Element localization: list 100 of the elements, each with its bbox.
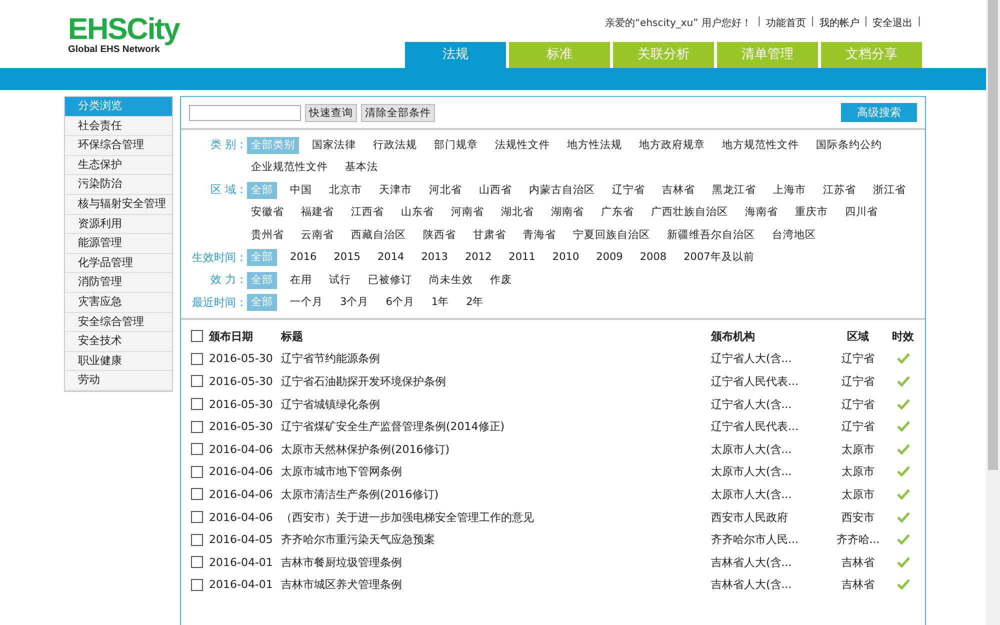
law-title-link[interactable]: 辽宁省煤矿安全生产监督管理条例(2014修正) <box>281 420 505 434</box>
filter-option[interactable]: 北京市 <box>325 182 366 199</box>
filter-option[interactable]: 山西省 <box>475 182 516 199</box>
filter-option[interactable]: 湖北省 <box>497 204 538 222</box>
filter-option[interactable]: 已被修订 <box>364 272 416 289</box>
select-all-checkbox[interactable] <box>191 330 203 342</box>
row-checkbox[interactable] <box>191 556 203 568</box>
filter-option[interactable]: 6个月 <box>382 294 418 312</box>
filter-option[interactable]: 2016 <box>286 249 321 266</box>
law-title-link[interactable]: 齐齐哈尔市重污染天气应急预案 <box>281 533 435 546</box>
filter-option[interactable]: 2008 <box>636 249 671 266</box>
filter-option[interactable]: 2012 <box>460 249 496 266</box>
filter-option[interactable]: 中国 <box>286 182 316 199</box>
sidebar-item[interactable]: 社会责任 <box>65 116 172 136</box>
law-title-link[interactable]: 辽宁省节约能源条例 <box>281 352 380 366</box>
row-checkbox[interactable] <box>191 352 203 365</box>
law-title-link[interactable]: 吉林市城区养犬管理条例 <box>281 578 402 592</box>
filter-option[interactable]: 作废 <box>486 272 516 289</box>
filter-option[interactable]: 台湾地区 <box>768 226 820 244</box>
filter-option[interactable]: 江苏省 <box>819 182 860 199</box>
filter-option[interactable]: 2015 <box>330 249 364 266</box>
filter-option[interactable]: 地方性法规 <box>563 136 626 154</box>
row-checkbox[interactable] <box>191 398 203 410</box>
row-checkbox[interactable] <box>191 578 203 591</box>
law-title-link[interactable]: 太原市天然林保护条例(2016修订) <box>281 442 450 456</box>
row-checkbox[interactable] <box>191 443 203 456</box>
filter-option[interactable]: 企业规范性文件 <box>247 159 332 176</box>
row-checkbox[interactable] <box>191 420 203 433</box>
row-checkbox[interactable] <box>191 375 203 388</box>
filter-option[interactable]: 3个月 <box>336 294 373 312</box>
filter-option[interactable]: 河北省 <box>425 182 466 199</box>
filter-option[interactable]: 甘肃省 <box>469 226 510 244</box>
filter-option[interactable]: 新疆维吾尔自治区 <box>663 226 759 244</box>
filter-option[interactable]: 江西省 <box>347 204 388 222</box>
filter-option[interactable]: 基本法 <box>341 159 382 176</box>
sidebar-item[interactable]: 劳动 <box>65 371 172 391</box>
filter-option[interactable]: 四川省 <box>841 204 882 222</box>
scrollbar[interactable] <box>986 0 1000 625</box>
filter-option[interactable]: 广西壮族自治区 <box>647 204 732 222</box>
filter-option[interactable]: 重庆市 <box>791 204 832 222</box>
filter-option[interactable]: 地方规范性文件 <box>718 136 803 154</box>
filter-option[interactable]: 国际条约公约 <box>812 136 886 154</box>
filter-option[interactable]: 国家法律 <box>308 136 360 154</box>
filter-option[interactable]: 行政法规 <box>369 136 421 154</box>
filter-option[interactable]: 2年 <box>462 294 488 312</box>
filter-option[interactable]: 2011 <box>504 249 540 266</box>
filter-option[interactable]: 湖南省 <box>547 204 588 222</box>
law-title-link[interactable]: 太原市城市地下管网条例 <box>281 465 402 478</box>
filter-option[interactable]: 地方政府规章 <box>635 136 709 154</box>
sidebar-item[interactable]: 安全技术 <box>65 332 172 352</box>
sidebar-item[interactable]: 消防管理 <box>65 273 172 293</box>
law-title-link[interactable]: 太原市清洁生产条例(2016修订) <box>281 488 439 501</box>
filter-option[interactable]: 福建省 <box>297 204 338 222</box>
filter-option[interactable]: 宁夏回族自治区 <box>569 226 654 244</box>
sidebar-item[interactable]: 职业健康 <box>65 352 172 372</box>
filter-option[interactable]: 2013 <box>417 249 452 266</box>
filter-option[interactable]: 上海市 <box>769 182 810 199</box>
filter-option[interactable]: 部门规章 <box>430 136 482 154</box>
filter-option[interactable]: 2009 <box>592 249 627 266</box>
filter-option[interactable]: 天津市 <box>375 182 416 199</box>
sidebar-item[interactable]: 环保综合管理 <box>65 136 172 156</box>
top-link[interactable]: 安全退出 <box>872 16 914 30</box>
filter-option[interactable]: 2010 <box>548 249 584 266</box>
filter-option[interactable]: 法规性文件 <box>491 136 554 154</box>
top-link[interactable]: 功能首页 <box>764 16 807 30</box>
row-checkbox[interactable] <box>191 488 203 500</box>
filter-option[interactable]: 浙江省 <box>869 182 910 199</box>
sidebar-item[interactable]: 能源管理 <box>65 234 172 254</box>
sidebar-item[interactable]: 核与辐射安全管理 <box>65 194 172 215</box>
filter-option[interactable]: 2014 <box>373 249 408 266</box>
row-checkbox[interactable] <box>191 534 203 546</box>
filter-option[interactable]: 安徽省 <box>247 204 288 222</box>
filter-option[interactable]: 青海省 <box>519 226 560 244</box>
filter-option[interactable]: 2007年及以前 <box>680 249 758 266</box>
law-title-link[interactable]: （西安市）关于进一步加强电梯安全管理工作的意见 <box>281 510 534 524</box>
filter-option[interactable]: 陕西省 <box>419 226 460 244</box>
filter-option[interactable]: 河南省 <box>447 204 488 222</box>
filter-option[interactable]: 尚未生效 <box>425 272 477 289</box>
filter-option[interactable]: 贵州省 <box>247 226 288 244</box>
law-title-link[interactable]: 吉林市餐厨垃圾管理条例 <box>281 556 402 569</box>
law-title-link[interactable]: 辽宁省石油勘探开发环境保护条例 <box>281 374 446 388</box>
filter-option[interactable]: 辽宁省 <box>608 182 649 199</box>
filter-option[interactable]: 海南省 <box>741 204 782 222</box>
sidebar-item[interactable]: 生态保护 <box>65 156 172 176</box>
filter-option[interactable]: 1年 <box>427 294 454 312</box>
filter-option[interactable]: 黑龙江省 <box>708 182 760 199</box>
quick-search-button[interactable]: 快速查询 <box>305 104 357 122</box>
top-link[interactable]: 我的帐户 <box>818 16 860 30</box>
filter-option[interactable]: 云南省 <box>297 226 338 244</box>
filter-option[interactable]: 吉林省 <box>658 182 699 199</box>
search-field[interactable] <box>189 104 301 120</box>
sidebar-item[interactable]: 灾害应急 <box>65 292 172 313</box>
filter-option[interactable]: 试行 <box>325 272 355 289</box>
filter-option[interactable]: 一个月 <box>286 294 327 312</box>
filter-option[interactable]: 山东省 <box>397 204 438 222</box>
sidebar-item[interactable]: 安全综合管理 <box>65 312 172 332</box>
sidebar-item[interactable]: 化学品管理 <box>65 254 172 274</box>
filter-option[interactable]: 西藏自治区 <box>347 226 410 244</box>
sidebar-item[interactable]: 污染防治 <box>65 175 172 195</box>
row-checkbox[interactable] <box>191 511 203 524</box>
